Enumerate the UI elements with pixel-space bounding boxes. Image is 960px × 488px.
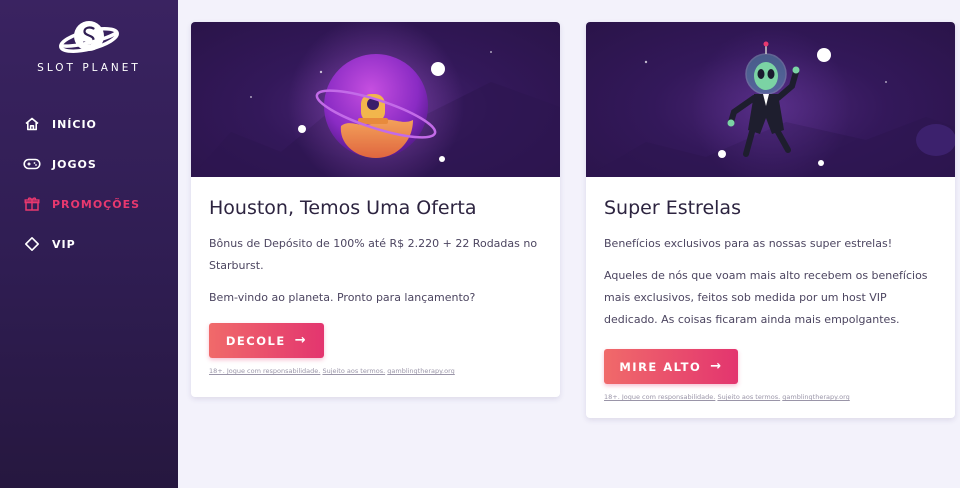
alien-astronaut-illustration bbox=[586, 27, 955, 177]
button-label: DECOLE bbox=[225, 333, 286, 348]
promo-description: Aqueles de nós que voam mais alto recebe… bbox=[604, 269, 928, 326]
nav-item-label: JOGOS bbox=[52, 157, 97, 171]
promo-card-body: Houston, Temos Uma Oferta Bônus de Depós… bbox=[191, 177, 560, 375]
button-label: MIRE ALTO bbox=[619, 359, 702, 374]
gambling-therapy-link[interactable]: gamblingtherapy.org bbox=[387, 367, 455, 375]
nav-item-inicio[interactable]: INÍCIO bbox=[0, 104, 178, 144]
gift-icon bbox=[23, 195, 41, 213]
logo-text: SLOT PLANET bbox=[37, 62, 141, 74]
promo-card: Houston, Temos Uma Oferta Bônus de Depós… bbox=[191, 22, 560, 397]
nav-item-label: VIP bbox=[52, 237, 76, 251]
promo-card-body: Super Estrelas Benefícios exclusivos par… bbox=[586, 177, 955, 401]
terms-link[interactable]: Sujeito aos termos. bbox=[322, 367, 385, 375]
arrow-right-icon: → bbox=[294, 333, 308, 348]
promo-hero-image bbox=[586, 22, 955, 177]
home-icon bbox=[23, 115, 41, 133]
diamond-icon bbox=[23, 235, 41, 253]
arrow-right-icon: → bbox=[710, 359, 723, 374]
decole-button[interactable]: DECOLE → bbox=[209, 323, 324, 358]
promo-hero-image bbox=[191, 22, 560, 177]
main-nav: INÍCIO JOGOS PROMOÇÕES VIP bbox=[0, 104, 178, 264]
promo-description: Benefícios exclusivos para as nossas sup… bbox=[604, 237, 893, 250]
nav-item-label: INÍCIO bbox=[52, 117, 97, 131]
logo[interactable]: SLOT PLANET bbox=[0, 18, 178, 74]
responsible-gambling-link[interactable]: 18+. Jogue com responsabilidade. bbox=[604, 393, 715, 401]
planet-logo-icon bbox=[59, 21, 119, 53]
nav-item-promocoes[interactable]: PROMOÇÕES bbox=[0, 184, 178, 224]
nav-item-vip[interactable]: VIP bbox=[0, 224, 178, 264]
promo-card: Super Estrelas Benefícios exclusivos par… bbox=[586, 22, 955, 418]
responsible-gambling-link[interactable]: 18+. Jogue com responsabilidade. bbox=[209, 367, 320, 375]
sidebar: SLOT PLANET INÍCIO JOGOS PROMOÇÕES VIP bbox=[0, 0, 178, 488]
promo-description: Bônus de Depósito de 100% até R$ 2.220 +… bbox=[209, 237, 538, 272]
legal-links: 18+. Jogue com responsabilidade. Sujeito… bbox=[604, 393, 937, 401]
nav-item-jogos[interactable]: JOGOS bbox=[0, 144, 178, 184]
nav-item-label: PROMOÇÕES bbox=[52, 197, 141, 211]
gamepad-icon bbox=[23, 155, 41, 173]
rocket-planet-illustration bbox=[191, 22, 560, 177]
promo-title: Super Estrelas bbox=[604, 197, 741, 219]
mire-alto-button[interactable]: MIRE ALTO → bbox=[604, 349, 738, 384]
promo-description: Bem-vindo ao planeta. Pronto para lançam… bbox=[209, 291, 476, 304]
legal-links: 18+. Jogue com responsabilidade. Sujeito… bbox=[209, 367, 542, 375]
promo-title: Houston, Temos Uma Oferta bbox=[209, 197, 477, 219]
gambling-therapy-link[interactable]: gamblingtherapy.org bbox=[782, 393, 850, 401]
terms-link[interactable]: Sujeito aos termos. bbox=[717, 393, 780, 401]
